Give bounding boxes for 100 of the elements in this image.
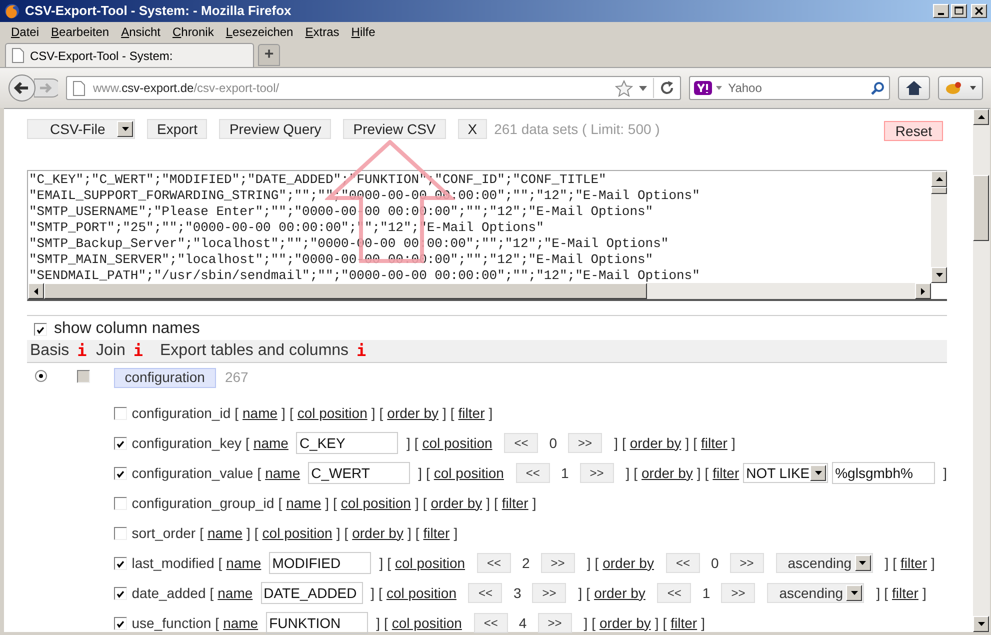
checkbox[interactable] <box>114 496 127 510</box>
link[interactable]: order by <box>387 402 439 424</box>
next-button[interactable]: >> <box>568 433 602 453</box>
checkbox[interactable] <box>34 322 47 336</box>
toolbar-button[interactable]: Preview CSV <box>343 119 446 139</box>
link[interactable]: order by <box>602 552 654 574</box>
menu-item[interactable]: Chronik <box>166 23 220 41</box>
menu-item[interactable]: Extras <box>299 23 346 41</box>
link[interactable]: filter <box>892 582 918 604</box>
scroll-down-button[interactable] <box>973 616 989 632</box>
search-bar[interactable]: Yahoo <box>689 76 890 100</box>
sort-direction-select[interactable]: ascending <box>767 583 864 603</box>
info-link[interactable]: i <box>133 339 143 363</box>
scroll-down-button[interactable] <box>931 267 947 283</box>
scroll-right-button[interactable] <box>915 283 931 299</box>
previous-button[interactable]: << <box>516 463 550 483</box>
scroll-thumb[interactable] <box>973 175 989 241</box>
dropdown-button[interactable] <box>117 121 133 137</box>
scroll-left-button[interactable] <box>28 283 44 299</box>
link[interactable]: col position <box>394 552 466 574</box>
maximize-button[interactable] <box>951 4 967 18</box>
toolbar-button[interactable]: Export <box>147 119 208 139</box>
next-button[interactable]: >> <box>540 553 575 573</box>
filter-operator-select[interactable]: NOT LIKE <box>743 463 828 483</box>
link[interactable]: col position <box>386 582 456 604</box>
scroll-thumb[interactable] <box>44 283 647 299</box>
dropdown-button[interactable] <box>854 555 871 571</box>
menu-item[interactable]: Ansicht <box>115 23 166 41</box>
link[interactable]: filter <box>700 432 728 454</box>
menu-item[interactable]: Hilfe <box>345 23 382 41</box>
link[interactable]: filter <box>502 492 528 514</box>
link[interactable]: filter <box>900 552 927 574</box>
next-button[interactable]: >> <box>532 583 566 603</box>
new-tab-button[interactable]: + <box>258 44 280 66</box>
previous-button[interactable]: << <box>468 583 502 603</box>
radio-button[interactable] <box>35 370 47 382</box>
dropdown-button[interactable] <box>846 585 862 601</box>
minimize-button[interactable] <box>933 4 949 18</box>
link[interactable]: order by <box>600 612 651 634</box>
scroll-thumb[interactable] <box>931 187 947 194</box>
name-input[interactable]: FUNKTION <box>266 612 368 634</box>
link[interactable]: filter <box>423 522 450 544</box>
checkbox[interactable] <box>114 526 127 540</box>
reload-icon[interactable] <box>660 81 674 95</box>
name-input[interactable]: C_WERT <box>308 462 410 484</box>
next-button[interactable]: >> <box>580 463 614 483</box>
link[interactable]: name <box>286 492 322 514</box>
link[interactable]: order by <box>430 492 482 514</box>
name-input[interactable]: C_KEY <box>296 432 398 454</box>
name-input[interactable]: MODIFIED <box>269 552 372 574</box>
checkbox[interactable] <box>114 616 127 630</box>
scrollbar[interactable] <box>28 283 931 299</box>
table-name-tag[interactable]: configuration <box>114 368 216 388</box>
checkbox[interactable] <box>114 586 127 600</box>
previous-button[interactable]: << <box>504 433 538 453</box>
link[interactable]: name <box>242 402 278 424</box>
dropdown-button[interactable] <box>810 465 826 481</box>
reset-button[interactable]: Reset <box>884 121 943 141</box>
link[interactable]: order by <box>594 582 646 604</box>
scroll-up-button[interactable] <box>973 109 989 125</box>
toolbar-button[interactable]: X <box>458 119 488 139</box>
scrollbar[interactable] <box>931 171 947 283</box>
sort-direction-select[interactable]: ascending <box>776 553 873 573</box>
previous-button[interactable]: << <box>474 613 508 633</box>
link[interactable]: order by <box>642 462 693 484</box>
checkbox[interactable] <box>114 406 127 420</box>
link[interactable]: col position <box>297 402 368 424</box>
close-button[interactable] <box>971 4 987 18</box>
next-button[interactable]: >> <box>721 583 756 603</box>
home-button[interactable] <box>898 76 930 100</box>
next-button[interactable]: >> <box>538 613 572 633</box>
link[interactable]: order by <box>352 522 404 544</box>
link[interactable]: name <box>265 462 300 484</box>
menu-item[interactable]: Datei <box>5 23 46 41</box>
link[interactable]: name <box>226 552 262 574</box>
link[interactable]: name <box>218 582 253 604</box>
toolbar-button[interactable]: Preview Query <box>219 119 332 139</box>
search-input[interactable]: Yahoo <box>728 79 868 97</box>
checkbox[interactable] <box>114 436 127 450</box>
link[interactable]: col position <box>262 522 332 544</box>
star-icon[interactable] <box>615 80 634 96</box>
menu-item[interactable]: Bearbeiten <box>45 23 116 41</box>
previous-button[interactable]: << <box>666 553 700 573</box>
addon-button[interactable] <box>938 76 983 100</box>
info-link[interactable]: i <box>356 339 366 363</box>
address-bar[interactable]: www.csv-export.de/csv-export-tool/ <box>66 76 682 100</box>
previous-button[interactable]: << <box>657 583 692 603</box>
scrollbar[interactable] <box>973 108 990 632</box>
menu-item[interactable]: Lesezeichen <box>220 23 300 41</box>
link[interactable]: filter <box>670 612 698 634</box>
link[interactable]: name <box>253 432 288 454</box>
link[interactable]: filter <box>458 402 485 424</box>
format-select[interactable]: CSV-File <box>27 119 135 139</box>
search-icon[interactable] <box>871 81 886 95</box>
back-button[interactable] <box>8 74 36 102</box>
checkbox[interactable] <box>114 466 127 480</box>
link[interactable]: col position <box>434 462 504 484</box>
link[interactable]: filter <box>712 462 740 484</box>
link[interactable]: order by <box>630 432 682 454</box>
link[interactable]: name <box>207 522 242 544</box>
